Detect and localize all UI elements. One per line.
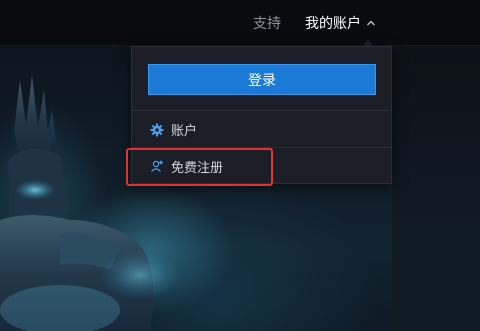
nav-my-account-toggle[interactable]: 我的账户 (305, 13, 377, 33)
nav-account-label: 我的账户 (305, 16, 361, 32)
top-nav: 支持 我的账户 (0, 0, 480, 46)
login-section: 登录 (132, 47, 391, 111)
chevron-up-icon (367, 20, 375, 26)
menu-item-account[interactable]: 账户 (132, 112, 391, 148)
menu-item-account-label: 账户 (171, 124, 198, 139)
page-background: 支持 我的账户 登录 账户 免费注册 (0, 0, 480, 331)
nav-support-link[interactable]: 支持 (253, 13, 281, 33)
gear-icon (150, 123, 164, 136)
highlight-box (126, 148, 273, 186)
background-panel (392, 46, 480, 331)
login-button[interactable]: 登录 (148, 64, 376, 95)
